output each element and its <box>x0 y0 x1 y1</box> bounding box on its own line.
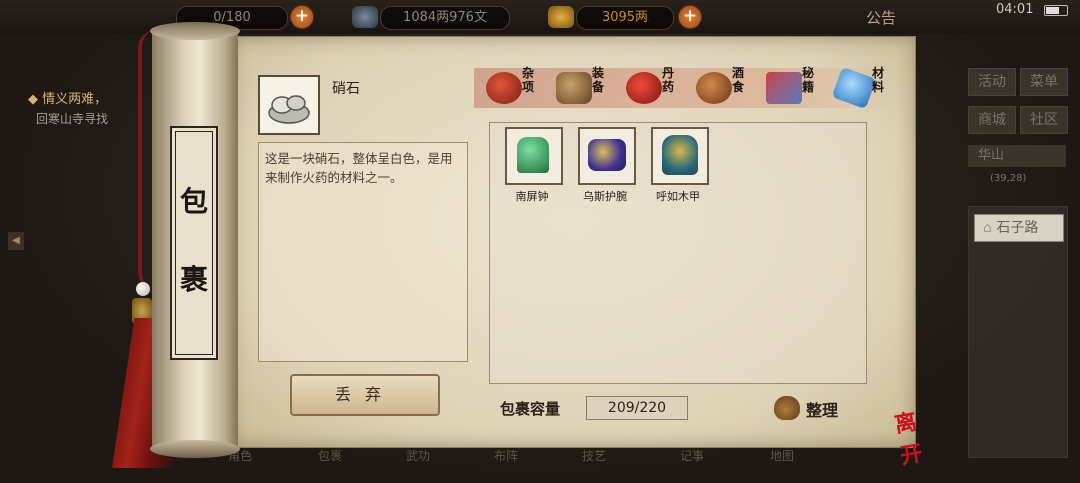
tab-equipment[interactable]: 装备 <box>550 66 614 110</box>
bottom-menu-journal[interactable]: 记事 <box>680 447 704 464</box>
tab-food[interactable]: 酒食 <box>690 66 754 110</box>
scroll-title-plate: 包 裹 <box>170 126 218 360</box>
community-button[interactable]: 社区 <box>1020 106 1068 134</box>
money-bag-icon <box>774 396 800 420</box>
home-icon: ⌂ <box>983 220 992 236</box>
battery-icon <box>1044 5 1068 16</box>
silver-text: 3095两 <box>601 10 649 25</box>
bottom-menu-formation[interactable]: 布阵 <box>494 447 518 464</box>
bell-icon <box>517 137 549 173</box>
selected-item-slot <box>258 75 320 135</box>
clock: 04:01 <box>996 2 1034 17</box>
item-slot <box>578 127 636 185</box>
location-coords: (39,28) <box>990 173 1027 184</box>
crystal-icon <box>831 66 877 110</box>
left-arrow-icon[interactable]: ◀ <box>8 232 24 250</box>
pill-icon <box>626 72 662 104</box>
sort-button-label: 整理 <box>806 401 839 420</box>
item-name: 乌斯护腕 <box>583 190 627 203</box>
tab-medicine-label: 丹药 <box>662 66 675 94</box>
quest-title[interactable]: ◆ 情义两难， <box>28 88 107 107</box>
tab-misc[interactable]: 杂项 <box>480 66 544 110</box>
scroll-rod-cap-bottom <box>150 440 240 458</box>
road-name: 石子路 <box>996 220 1039 236</box>
activity-button[interactable]: 活动 <box>968 68 1016 96</box>
tab-medicine[interactable]: 丹药 <box>620 66 684 110</box>
rock-icon <box>268 95 310 124</box>
bottom-menu-bag[interactable]: 包裹 <box>318 447 342 464</box>
tab-material-label: 材料 <box>872 66 885 94</box>
armor-icon <box>662 135 698 175</box>
copper-coin-icon <box>352 6 378 28</box>
copper-text: 1084两976文 <box>403 10 487 25</box>
capacity-label: 包裹容量 <box>500 400 561 418</box>
item-name: 呼如木甲 <box>656 190 700 203</box>
inventory-item[interactable]: 乌斯护腕 <box>578 127 636 204</box>
tab-manual-label: 秘籍 <box>802 66 815 94</box>
location-name: 华山 <box>978 148 1005 163</box>
scroll-title-char-1: 包 <box>179 185 208 218</box>
tab-misc-label: 杂项 <box>522 66 535 94</box>
pot-icon <box>486 72 522 104</box>
bottom-menu-martial[interactable]: 武功 <box>406 447 430 464</box>
tassel-bead <box>136 282 150 296</box>
quest-detail[interactable]: 回寒山寺寻找 <box>36 110 108 127</box>
inventory-item[interactable]: 呼如木甲 <box>651 127 709 204</box>
game-screen: 0/180 + 1084两976文 3095两 + 公告 04:01 ◆ 情义两… <box>0 0 1080 483</box>
silver-add-button[interactable]: + <box>678 5 702 29</box>
sort-button[interactable]: 整理 <box>772 394 844 422</box>
silver-ingot-icon <box>548 6 574 28</box>
copper-display: 1084两976文 <box>380 6 510 30</box>
discard-button[interactable]: 丢弃 <box>290 374 440 416</box>
close-seal-button[interactable]: 离开 <box>892 401 938 470</box>
bracer-icon <box>588 139 626 171</box>
bottom-menu-skill[interactable]: 技艺 <box>582 447 606 464</box>
wine-jar-icon <box>696 72 732 104</box>
location-display: 华山 (39,28) <box>968 145 1066 184</box>
item-name: 南屏钟 <box>515 190 549 203</box>
scroll-weapon-icon <box>556 72 592 104</box>
notice-button[interactable]: 公告 <box>866 7 896 28</box>
item-slot <box>651 127 709 185</box>
tab-manual[interactable]: 秘籍 <box>760 66 824 110</box>
tab-material[interactable]: 材料 <box>830 66 894 110</box>
road-entry[interactable]: ⌂ 石子路 <box>974 214 1064 242</box>
item-description: 这是一块硝石，整体呈白色，是用来制作火药的材料之一。 <box>265 151 453 185</box>
selected-item-name: 硝石 <box>332 81 360 97</box>
item-description-box: 这是一块硝石，整体呈白色，是用来制作火药的材料之一。 <box>258 142 468 362</box>
scroll-rod-cap-top <box>150 22 240 40</box>
bag-add-button[interactable]: + <box>290 5 314 29</box>
scroll-title-char-2: 裹 <box>179 263 208 296</box>
tab-food-label: 酒食 <box>732 66 745 94</box>
item-slot <box>505 127 563 185</box>
menu-button[interactable]: 菜单 <box>1020 68 1068 96</box>
inventory-item[interactable]: 南屏钟 <box>505 127 563 204</box>
shop-button[interactable]: 商城 <box>968 106 1016 134</box>
book-icon <box>766 72 802 104</box>
silver-display: 3095两 <box>576 6 674 30</box>
bottom-menu-map[interactable]: 地图 <box>770 447 794 464</box>
capacity-value: 209/220 <box>586 396 688 420</box>
tab-equipment-label: 装备 <box>592 66 605 94</box>
nearby-panel <box>968 206 1068 458</box>
